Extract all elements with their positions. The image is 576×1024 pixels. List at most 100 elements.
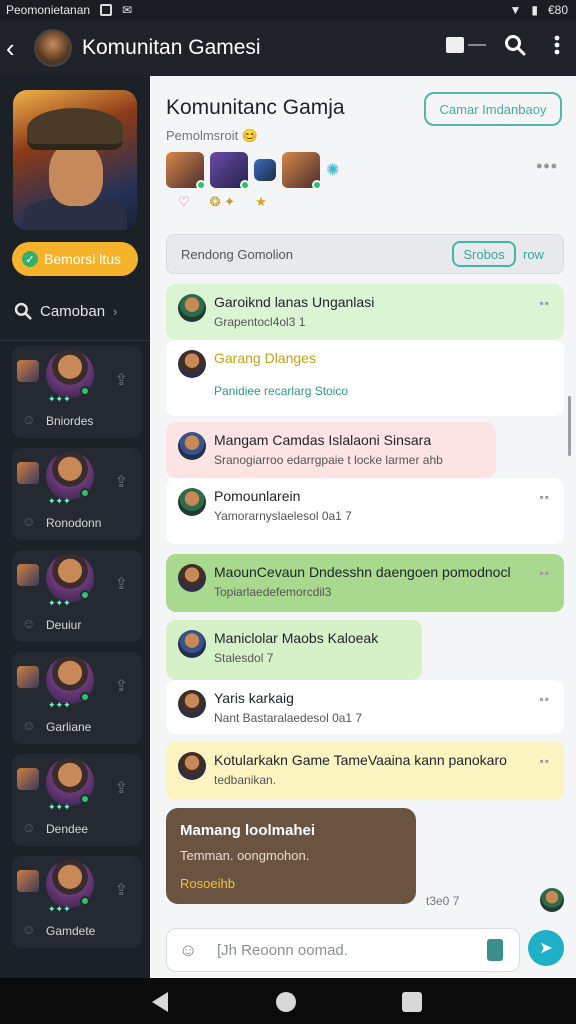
bubble-title: Mamang loolmahei (180, 822, 316, 839)
online-status-icon (80, 488, 90, 498)
avatar[interactable] (254, 159, 276, 181)
friend-name: Bniordes (46, 414, 94, 428)
attachment-icon[interactable] (487, 939, 503, 961)
settings-icon[interactable]: ✺ (326, 160, 339, 180)
sub-bar-pill-button[interactable]: Srobos (452, 241, 516, 267)
message-menu-icon[interactable]: ▪▪ (539, 296, 550, 310)
message-icon: ✉ (122, 3, 133, 17)
avatar[interactable] (178, 564, 206, 592)
status-bar: Peomonietanan ✉ ▼ ▮ €80 (0, 0, 576, 20)
emoji-icon: 😊 (241, 128, 259, 143)
avatar[interactable] (166, 152, 206, 190)
game-icon (17, 768, 39, 790)
rail-search[interactable]: Camoban › (14, 298, 140, 324)
sub-bar-link[interactable]: row (523, 247, 544, 262)
online-status-icon (80, 896, 90, 906)
left-rail: ✓ Bemorsi ltus Camoban › ✦✦✦ ⇪ ☺ Bniorde… (0, 76, 150, 978)
avatar[interactable] (178, 350, 206, 378)
message-card[interactable]: Pomounlarein Yamorarnyslaelesol 0a1 7 ▪▪ (166, 478, 564, 544)
rating-icon: ✦✦✦ (48, 700, 71, 710)
message-menu-icon[interactable]: ▪▪ (539, 692, 550, 706)
community-avatar[interactable] (34, 29, 72, 67)
game-icon (17, 870, 39, 892)
chat-icon[interactable] (446, 37, 486, 53)
send-button[interactable]: ➤ (528, 930, 564, 966)
avatar[interactable] (540, 888, 564, 912)
more-vert-icon[interactable] (554, 35, 560, 55)
game-icon (17, 462, 39, 484)
app-bar: ‹ Komunitan Gamesi (0, 20, 576, 76)
online-status-icon (80, 386, 90, 396)
avatar[interactable] (210, 152, 250, 190)
avatar[interactable] (178, 488, 206, 516)
message-body: Nant Bastaralaedesol 0a1 7 (214, 711, 363, 725)
share-icon[interactable]: ⇪ (115, 574, 128, 594)
share-icon[interactable]: ⇪ (115, 880, 128, 900)
game-icon (17, 666, 39, 688)
share-icon[interactable]: ⇪ (115, 370, 128, 390)
scrollbar[interactable] (568, 396, 571, 456)
game-icon (17, 564, 39, 586)
message-body: Topiarlaedefemorcdil3 (214, 585, 332, 599)
sub-bar-text: Rendong Gomolion (181, 247, 294, 262)
nav-recents-icon[interactable] (402, 992, 422, 1012)
emoji-icon[interactable]: ☺ (179, 940, 197, 961)
system-nav-bar (0, 978, 576, 1024)
avatar[interactable] (178, 690, 206, 718)
medal-icon: ❂ ✦ (209, 194, 236, 209)
more-horiz-icon[interactable]: ••• (536, 156, 558, 177)
friend-name: Gamdete (46, 924, 96, 938)
battery-text: €80 (547, 3, 568, 17)
notification-icon (100, 4, 113, 16)
game-icon (17, 360, 39, 382)
nav-home-icon[interactable] (276, 992, 296, 1012)
message-title: Maniclolar Maobs Kaloeak (214, 630, 379, 646)
message-card[interactable]: Garoiknd lanas Unganlasi Grapentocl4ol3 1… (166, 284, 564, 340)
chevron-right-icon: › (113, 303, 118, 319)
message-bubble-brown[interactable]: Mamang loolmahei Temman. oongmohon. Rosoei… (166, 808, 416, 904)
composer-placeholder: [Jh Reoonn oomad. (217, 942, 348, 959)
sub-bar: Rendong Gomolion Srobos row (166, 234, 564, 274)
avatar[interactable] (178, 752, 206, 780)
friend-card[interactable]: ✦✦✦ ⇪ ☺ Ronodonn (12, 448, 142, 540)
message-menu-icon[interactable]: ▪▪ (539, 490, 550, 504)
avatar[interactable] (178, 630, 206, 658)
member-avatars: ✺ (166, 152, 339, 190)
search-icon[interactable] (504, 34, 526, 56)
nav-back-icon[interactable] (152, 992, 168, 1012)
share-icon[interactable]: ⇪ (115, 778, 128, 798)
share-icon[interactable]: ⇪ (115, 676, 128, 696)
profile-hero-image[interactable] (13, 90, 137, 230)
online-status-icon (80, 692, 90, 702)
message-card[interactable]: Yaris karkaig Nant Bastaralaedesol 0a1 7 ▪… (166, 680, 564, 734)
message-body: Stalesdol 7 (214, 651, 274, 665)
message-card[interactable]: Maniclolar Maobs Kaloeak Stalesdol 7 (166, 620, 422, 680)
share-icon[interactable]: ⇪ (115, 472, 128, 492)
message-menu-icon[interactable]: ▪▪ (539, 754, 550, 768)
timestamp: t3e0 7 (426, 894, 460, 908)
message-title: MaounCevaun Dndesshn daengoen pomodnocl (214, 564, 511, 580)
avatar[interactable] (178, 294, 206, 322)
friend-card[interactable]: ✦✦✦ ⇪ ☺ Deuiur (12, 550, 142, 642)
message-card[interactable]: Kotularkakn Game TameVaaina kann panokar… (166, 742, 564, 800)
message-title: Pomounlarein (214, 488, 301, 504)
friend-name: Ronodonn (46, 516, 102, 530)
rank-badge-button[interactable]: ✓ Bemorsi ltus (12, 242, 138, 276)
message-card[interactable]: Garang Dlanges Panidiee recarlarg Stoico (166, 340, 564, 416)
message-menu-icon[interactable]: ▪▪ (539, 566, 550, 580)
avatar[interactable] (178, 432, 206, 460)
avatar[interactable] (282, 152, 322, 190)
community-action-button[interactable]: Camar Imdanbaoy (424, 92, 562, 126)
carrier-text: Peomonietanan (6, 3, 91, 17)
message-card[interactable]: MaounCevaun Dndesshn daengoen pomodnocl T… (166, 554, 564, 612)
friend-card[interactable]: ✦✦✦ ⇪ ☺ Dendee (12, 754, 142, 846)
back-arrow-icon[interactable]: ‹ (6, 33, 32, 64)
emoji-icon: ☺ (22, 616, 36, 631)
message-body: tedbanikan. (214, 773, 277, 787)
friend-card[interactable]: ✦✦✦ ⇪ ☺ Garliane (12, 652, 142, 744)
message-card[interactable]: Mangam Camdas Islalaoni Sinsara Sranogiar… (166, 422, 496, 478)
message-body: Yamorarnyslaelesol 0a1 7 (214, 509, 352, 523)
friend-card[interactable]: ✦✦✦ ⇪ ☺ Gamdete (12, 856, 142, 948)
friend-card[interactable]: ✦✦✦ ⇪ ☺ Bniordes (12, 346, 142, 438)
message-composer[interactable]: ☺ [Jh Reoonn oomad. (166, 928, 520, 972)
